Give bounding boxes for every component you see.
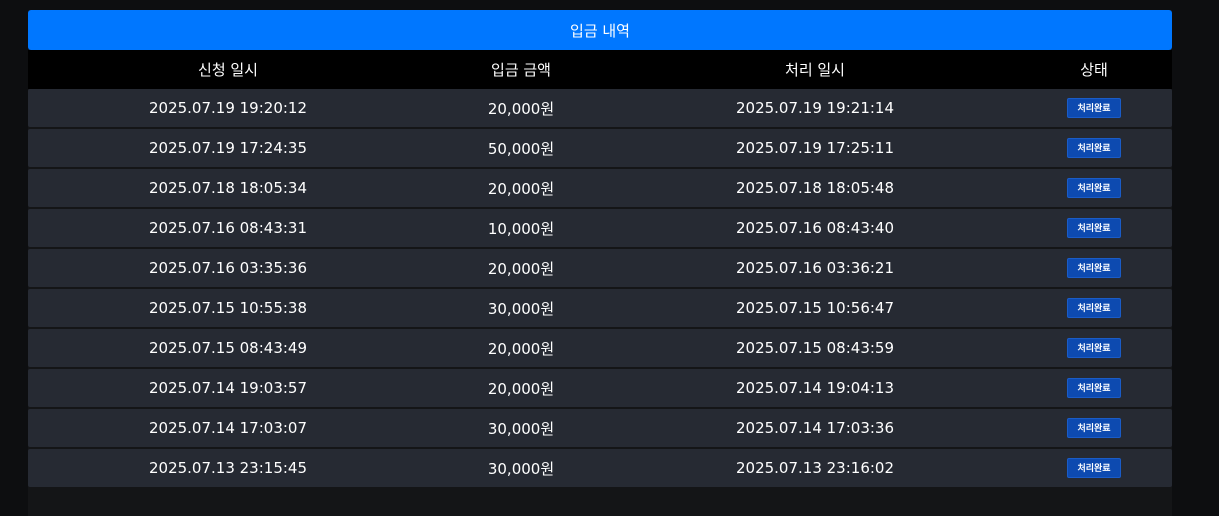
amount-cell: 30,000원 bbox=[487, 459, 555, 478]
status-cell: 처리완료 bbox=[1016, 369, 1172, 407]
table-row: 2025.07.13 23:15:45 30,000원 2025.07.13 2… bbox=[28, 449, 1172, 487]
amount-cell: 10,000원 bbox=[487, 219, 555, 238]
table-header: 신청 일시 입금 금액 처리 일시 상태 bbox=[28, 50, 1172, 89]
status-badge: 처리완료 bbox=[1067, 218, 1121, 238]
status-cell: 처리완료 bbox=[1016, 329, 1172, 367]
table-row: 2025.07.15 10:55:38 30,000원 2025.07.15 1… bbox=[28, 289, 1172, 327]
status-cell: 처리완료 bbox=[1016, 169, 1172, 207]
status-cell: 처리완료 bbox=[1016, 89, 1172, 127]
requested-cell: 2025.07.14 17:03:07 bbox=[148, 419, 308, 437]
amount-cell: 20,000원 bbox=[487, 379, 555, 398]
processed-cell: 2025.07.18 18:05:48 bbox=[735, 179, 895, 197]
processed-cell: 2025.07.15 10:56:47 bbox=[735, 299, 895, 317]
requested-cell: 2025.07.19 19:20:12 bbox=[148, 99, 308, 117]
table-row: 2025.07.15 08:43:49 20,000원 2025.07.15 0… bbox=[28, 329, 1172, 367]
status-badge: 처리완료 bbox=[1067, 178, 1121, 198]
status-badge: 처리완료 bbox=[1067, 298, 1121, 318]
processed-cell: 2025.07.16 03:36:21 bbox=[735, 259, 895, 277]
status-cell: 처리완료 bbox=[1016, 289, 1172, 327]
processed-cell: 2025.07.15 08:43:59 bbox=[735, 339, 895, 357]
column-header-amount: 입금 금액 bbox=[491, 61, 551, 79]
processed-cell: 2025.07.14 17:03:36 bbox=[735, 419, 895, 437]
status-cell: 처리완료 bbox=[1016, 249, 1172, 287]
status-cell: 처리완료 bbox=[1016, 409, 1172, 447]
processed-cell: 2025.07.16 08:43:40 bbox=[735, 219, 895, 237]
status-badge: 처리완료 bbox=[1067, 338, 1121, 358]
amount-cell: 20,000원 bbox=[487, 259, 555, 278]
processed-cell: 2025.07.19 19:21:14 bbox=[735, 99, 895, 117]
table-row: 2025.07.16 03:35:36 20,000원 2025.07.16 0… bbox=[28, 249, 1172, 287]
processed-cell: 2025.07.19 17:25:11 bbox=[735, 139, 895, 157]
amount-cell: 20,000원 bbox=[487, 339, 555, 358]
status-badge: 처리완료 bbox=[1067, 98, 1121, 118]
status-badge: 처리완료 bbox=[1067, 458, 1121, 478]
column-header-status: 상태 bbox=[1080, 61, 1108, 79]
amount-cell: 20,000원 bbox=[487, 179, 555, 198]
column-header-requested: 신청 일시 bbox=[198, 61, 258, 79]
requested-cell: 2025.07.14 19:03:57 bbox=[148, 379, 308, 397]
amount-cell: 30,000원 bbox=[487, 419, 555, 438]
requested-cell: 2025.07.13 23:15:45 bbox=[148, 459, 308, 477]
processed-cell: 2025.07.13 23:16:02 bbox=[735, 459, 895, 477]
status-cell: 처리완료 bbox=[1016, 209, 1172, 247]
table-body: 2025.07.19 19:20:12 20,000원 2025.07.19 1… bbox=[28, 89, 1172, 489]
status-badge: 처리완료 bbox=[1067, 138, 1121, 158]
table-row: 2025.07.18 18:05:34 20,000원 2025.07.18 1… bbox=[28, 169, 1172, 207]
requested-cell: 2025.07.18 18:05:34 bbox=[148, 179, 308, 197]
status-badge: 처리완료 bbox=[1067, 418, 1121, 438]
status-cell: 처리완료 bbox=[1016, 129, 1172, 167]
processed-cell: 2025.07.14 19:04:13 bbox=[735, 379, 895, 397]
table-row: 2025.07.14 19:03:57 20,000원 2025.07.14 1… bbox=[28, 369, 1172, 407]
deposit-history-title: 입금 내역 bbox=[28, 10, 1172, 50]
table-row: 2025.07.19 17:24:35 50,000원 2025.07.19 1… bbox=[28, 129, 1172, 167]
table-row: 2025.07.16 08:43:31 10,000원 2025.07.16 0… bbox=[28, 209, 1172, 247]
status-cell: 처리완료 bbox=[1016, 449, 1172, 487]
status-badge: 처리완료 bbox=[1067, 378, 1121, 398]
requested-cell: 2025.07.16 03:35:36 bbox=[148, 259, 308, 277]
amount-cell: 20,000원 bbox=[487, 99, 555, 118]
requested-cell: 2025.07.15 10:55:38 bbox=[148, 299, 308, 317]
amount-cell: 30,000원 bbox=[487, 299, 555, 318]
status-badge: 처리완료 bbox=[1067, 258, 1121, 278]
amount-cell: 50,000원 bbox=[487, 139, 555, 158]
deposit-history-panel: 입금 내역 신청 일시 입금 금액 처리 일시 상태 2025.07.19 19… bbox=[28, 10, 1172, 516]
requested-cell: 2025.07.19 17:24:35 bbox=[148, 139, 308, 157]
table-row: 2025.07.19 19:20:12 20,000원 2025.07.19 1… bbox=[28, 89, 1172, 127]
table-row: 2025.07.14 17:03:07 30,000원 2025.07.14 1… bbox=[28, 409, 1172, 447]
column-header-processed: 처리 일시 bbox=[785, 61, 845, 79]
requested-cell: 2025.07.16 08:43:31 bbox=[148, 219, 308, 237]
requested-cell: 2025.07.15 08:43:49 bbox=[148, 339, 308, 357]
